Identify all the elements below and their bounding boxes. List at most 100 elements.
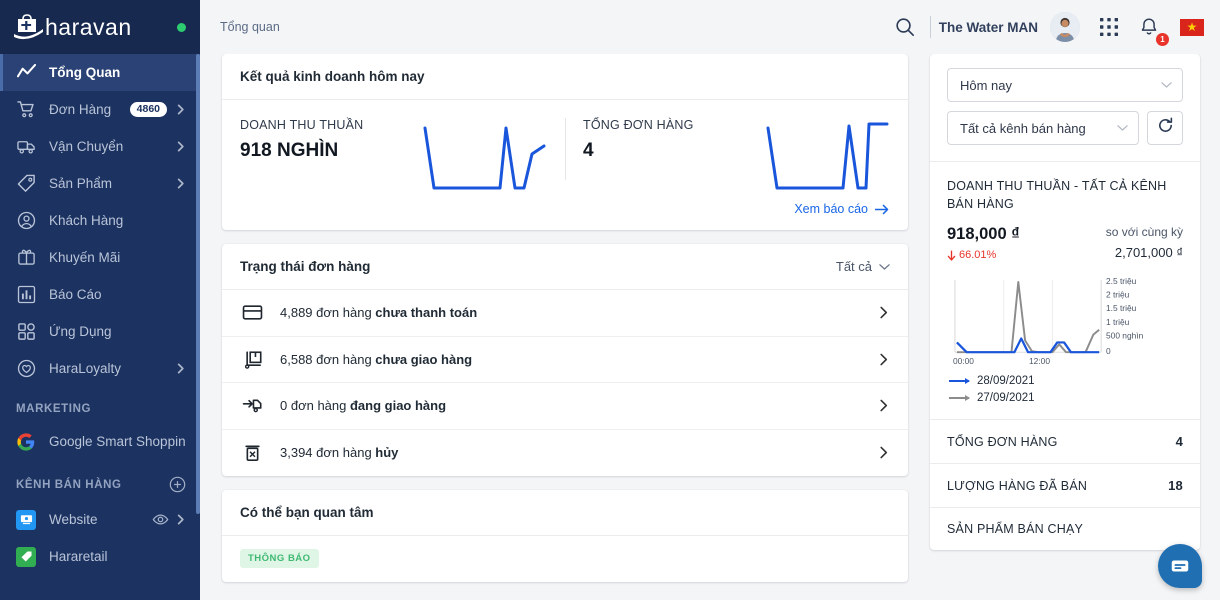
truck-arrow-icon <box>240 395 264 416</box>
business-results-card: Kết quả kinh doanh hôm nay DOANH THU THU… <box>222 54 908 230</box>
sidebar-scrollbar[interactable] <box>196 54 200 514</box>
status-row-unpaid[interactable]: 4,889 đơn hàng chưa thanh toán <box>222 290 908 337</box>
order-status-filter[interactable]: Tất cả <box>836 259 890 274</box>
sidebar-item-haraloyalty[interactable]: HaraLoyalty <box>0 350 200 387</box>
status-state: hủy <box>375 445 398 460</box>
sidebar-item-san-pham[interactable]: Sản Phẩm <box>0 165 200 202</box>
kpi-orders: TỔNG ĐƠN HÀNG 4 <box>565 116 908 196</box>
stat-value: 4 <box>1176 434 1183 449</box>
sidebar-item-label: Báo Cáo <box>49 287 102 302</box>
date-range-select[interactable]: Hôm nay <box>947 68 1183 102</box>
sidebar-item-label: Vận Chuyển <box>49 139 123 154</box>
app-root: haravan Tổng Quan Đơn Hàng 4860 <box>0 0 1220 600</box>
sidebar-item-khach-hang[interactable]: Khách Hàng <box>0 202 200 239</box>
refresh-button[interactable] <box>1147 111 1183 145</box>
vietnam-flag-icon[interactable]: ★ <box>1180 19 1204 36</box>
summary-panel: Hôm nay Tất cả kênh bán hàng <box>930 54 1200 550</box>
legend-item[interactable]: 28/09/2021 <box>949 375 1183 387</box>
chevron-right-icon[interactable] <box>877 306 890 319</box>
user-name[interactable]: The Water MAN <box>939 20 1038 35</box>
business-results-title: Kết quả kinh doanh hôm nay <box>222 54 908 100</box>
add-channel-icon[interactable] <box>169 476 186 493</box>
channel-select[interactable]: Tất cả kênh bán hàng <box>947 111 1139 145</box>
sidebar-badge-orders: 4860 <box>130 102 167 118</box>
chevron-down-icon <box>1161 81 1172 89</box>
svg-text:0: 0 <box>1106 346 1111 356</box>
hararetail-icon <box>16 547 36 567</box>
panel-filters: Hôm nay Tất cả kênh bán hàng <box>930 54 1200 162</box>
sidebar-item-van-chuyen[interactable]: Vận Chuyển <box>0 128 200 165</box>
channel-filter-row: Tất cả kênh bán hàng <box>947 111 1183 145</box>
sidebar-item-label: Đơn Hàng <box>49 102 111 117</box>
status-state: chưa giao hàng <box>375 352 472 367</box>
brand-name: haravan <box>45 14 132 41</box>
stat-value: 18 <box>1168 478 1183 493</box>
legend-swatch <box>949 397 969 399</box>
status-state: đang giao hàng <box>350 398 446 413</box>
chevron-right-icon <box>175 104 186 115</box>
stat-label: SẢN PHẨM BÁN CHẠY <box>947 522 1083 536</box>
right-column: Hôm nay Tất cả kênh bán hàng <box>930 54 1200 600</box>
revenue-primary: 918,000 ₫ 66.01% <box>947 225 1020 261</box>
chevron-right-icon[interactable] <box>877 353 890 366</box>
legend-item[interactable]: 27/09/2021 <box>949 392 1183 404</box>
status-count: 3,394 <box>280 445 313 460</box>
chat-bubble-icon[interactable] <box>1158 544 1202 588</box>
stat-best-sellers: SẢN PHẨM BÁN CHẠY <box>930 507 1200 550</box>
revenue-sparkline <box>422 116 547 196</box>
legend-label: 27/09/2021 <box>977 392 1035 404</box>
revenue-chart: 2.5 triệu 2 triệu 1.5 triệu 1 triệu 500 … <box>947 275 1183 367</box>
breadcrumb[interactable]: Tổng quan <box>212 20 280 34</box>
revenue-delta-value: 66.01% <box>959 249 996 261</box>
sidebar-item-khuyen-mai[interactable]: Khuyến Mãi <box>0 239 200 276</box>
truck-icon <box>16 137 36 157</box>
sidebar-item-label: Hararetail <box>49 549 108 564</box>
orders-sparkline <box>765 116 890 196</box>
sidebar-item-google-smart-shopping[interactable]: Google Smart Shopping <box>0 423 200 460</box>
package-cart-icon <box>240 349 264 370</box>
search-icon[interactable] <box>888 10 922 44</box>
sidebar-item-website[interactable]: Website <box>0 501 200 538</box>
interest-card-title: Có thể bạn quan tâm <box>222 490 908 536</box>
sidebar-item-tong-quan[interactable]: Tổng Quan <box>0 54 200 91</box>
kpi-value: 4 <box>583 140 694 162</box>
notification-count-badge: 1 <box>1156 33 1169 46</box>
sidebar-section-label: KÊNH BÁN HÀNG <box>16 479 122 491</box>
view-report-link[interactable]: Xem báo cáo <box>222 202 908 230</box>
tag-icon <box>16 174 36 194</box>
sidebar-item-hararetail[interactable]: Hararetail <box>0 538 200 575</box>
chevron-right-icon[interactable] <box>877 399 890 412</box>
stat-label: TỔNG ĐƠN HÀNG <box>947 435 1058 449</box>
chevron-right-icon <box>175 141 186 152</box>
view-report-label: Xem báo cáo <box>794 202 868 216</box>
eye-icon[interactable] <box>152 511 169 528</box>
avatar[interactable] <box>1050 12 1080 42</box>
status-row-unshipped[interactable]: 6,588 đơn hàng chưa giao hàng <box>222 337 908 384</box>
sidebar-item-label: HaraLoyalty <box>49 361 121 376</box>
status-state: chưa thanh toán <box>375 305 477 320</box>
chevron-right-icon[interactable] <box>877 446 890 459</box>
status-row-cancelled[interactable]: 3,394 đơn hàng hủy <box>222 430 908 477</box>
sidebar-item-bao-cao[interactable]: Báo Cáo <box>0 276 200 313</box>
order-status-title: Trạng thái đơn hàng <box>240 259 370 274</box>
status-row-shipping[interactable]: 0 đơn hàng đang giao hàng <box>222 383 908 430</box>
trend-line-icon <box>16 63 36 83</box>
chevron-right-icon <box>175 514 186 525</box>
sidebar-item-don-hang[interactable]: Đơn Hàng 4860 <box>0 91 200 128</box>
apps-grid-icon[interactable] <box>1092 10 1126 44</box>
bar-chart-icon <box>16 285 36 305</box>
sidebar-item-ung-dung[interactable]: Ứng Dụng <box>0 313 200 350</box>
sidebar-item-label: Khuyến Mãi <box>49 250 120 265</box>
topbar-actions: The Water MAN <box>888 10 1204 44</box>
order-status-filter-label: Tất cả <box>836 259 872 274</box>
website-icon <box>16 510 36 530</box>
brand-logo[interactable]: haravan <box>0 0 200 54</box>
svg-text:00:00: 00:00 <box>953 356 974 366</box>
sidebar-item-label: Website <box>49 512 98 527</box>
revenue-line-chart: 2.5 triệu 2 triệu 1.5 triệu 1 triệu 500 … <box>953 275 1183 367</box>
revenue-value: 918,000 ₫ <box>947 225 1020 244</box>
bell-icon[interactable]: 1 <box>1132 10 1166 44</box>
haravan-logo-icon <box>14 14 44 40</box>
cart-icon <box>16 100 36 120</box>
compare-value: 2,701,000 ₫ <box>1106 245 1183 260</box>
